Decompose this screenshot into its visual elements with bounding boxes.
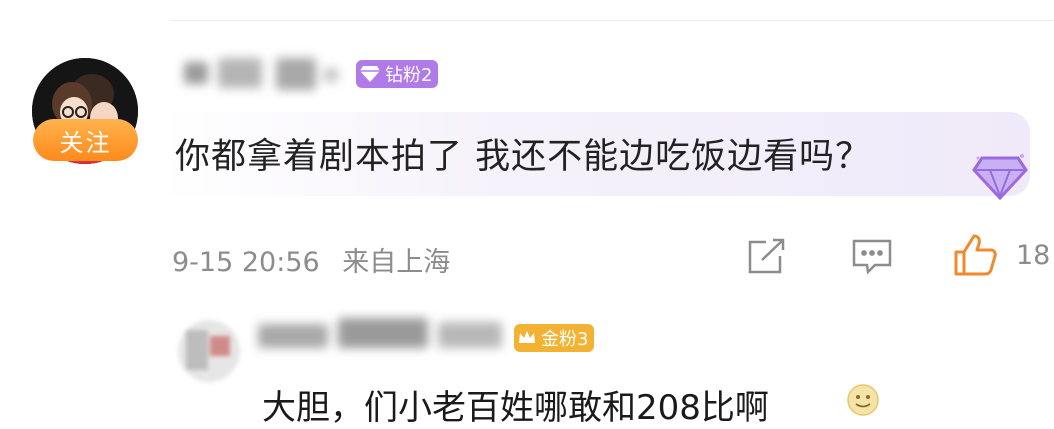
reply-username[interactable] [258,318,508,354]
comment-meta: 9-15 20:56 来自上海 [172,240,450,279]
reply-text: 大胆，们小老百姓哪敢和208比啊 [262,388,769,428]
emoji-icon [845,382,885,422]
bubble-diamond-icon [972,150,1028,206]
gold-fan-badge-label: 金粉3 [541,329,589,350]
diamond-icon [360,65,380,83]
follow-button[interactable]: 关注 [33,119,138,161]
reply-avatar[interactable] [178,320,240,382]
gold-fan-badge: 金粉3 [514,324,595,352]
like-count: 18 [1016,240,1051,271]
reply-comment-icon[interactable] [851,238,893,280]
diamond-fan-badge-label: 钻粉2 [385,65,433,86]
comment-location: 来自上海 [342,247,451,278]
comment-timestamp: 9-15 20:56 [172,247,320,278]
diamond-fan-badge: 钻粉2 [356,60,439,88]
crown-icon [518,329,536,347]
comment-text: 你都拿着剧本拍了 我还不能边吃饭边看吗？ [175,137,872,177]
share-icon[interactable] [746,238,786,280]
top-divider [170,20,1054,21]
username[interactable] [178,58,348,94]
like-icon[interactable] [952,232,998,282]
